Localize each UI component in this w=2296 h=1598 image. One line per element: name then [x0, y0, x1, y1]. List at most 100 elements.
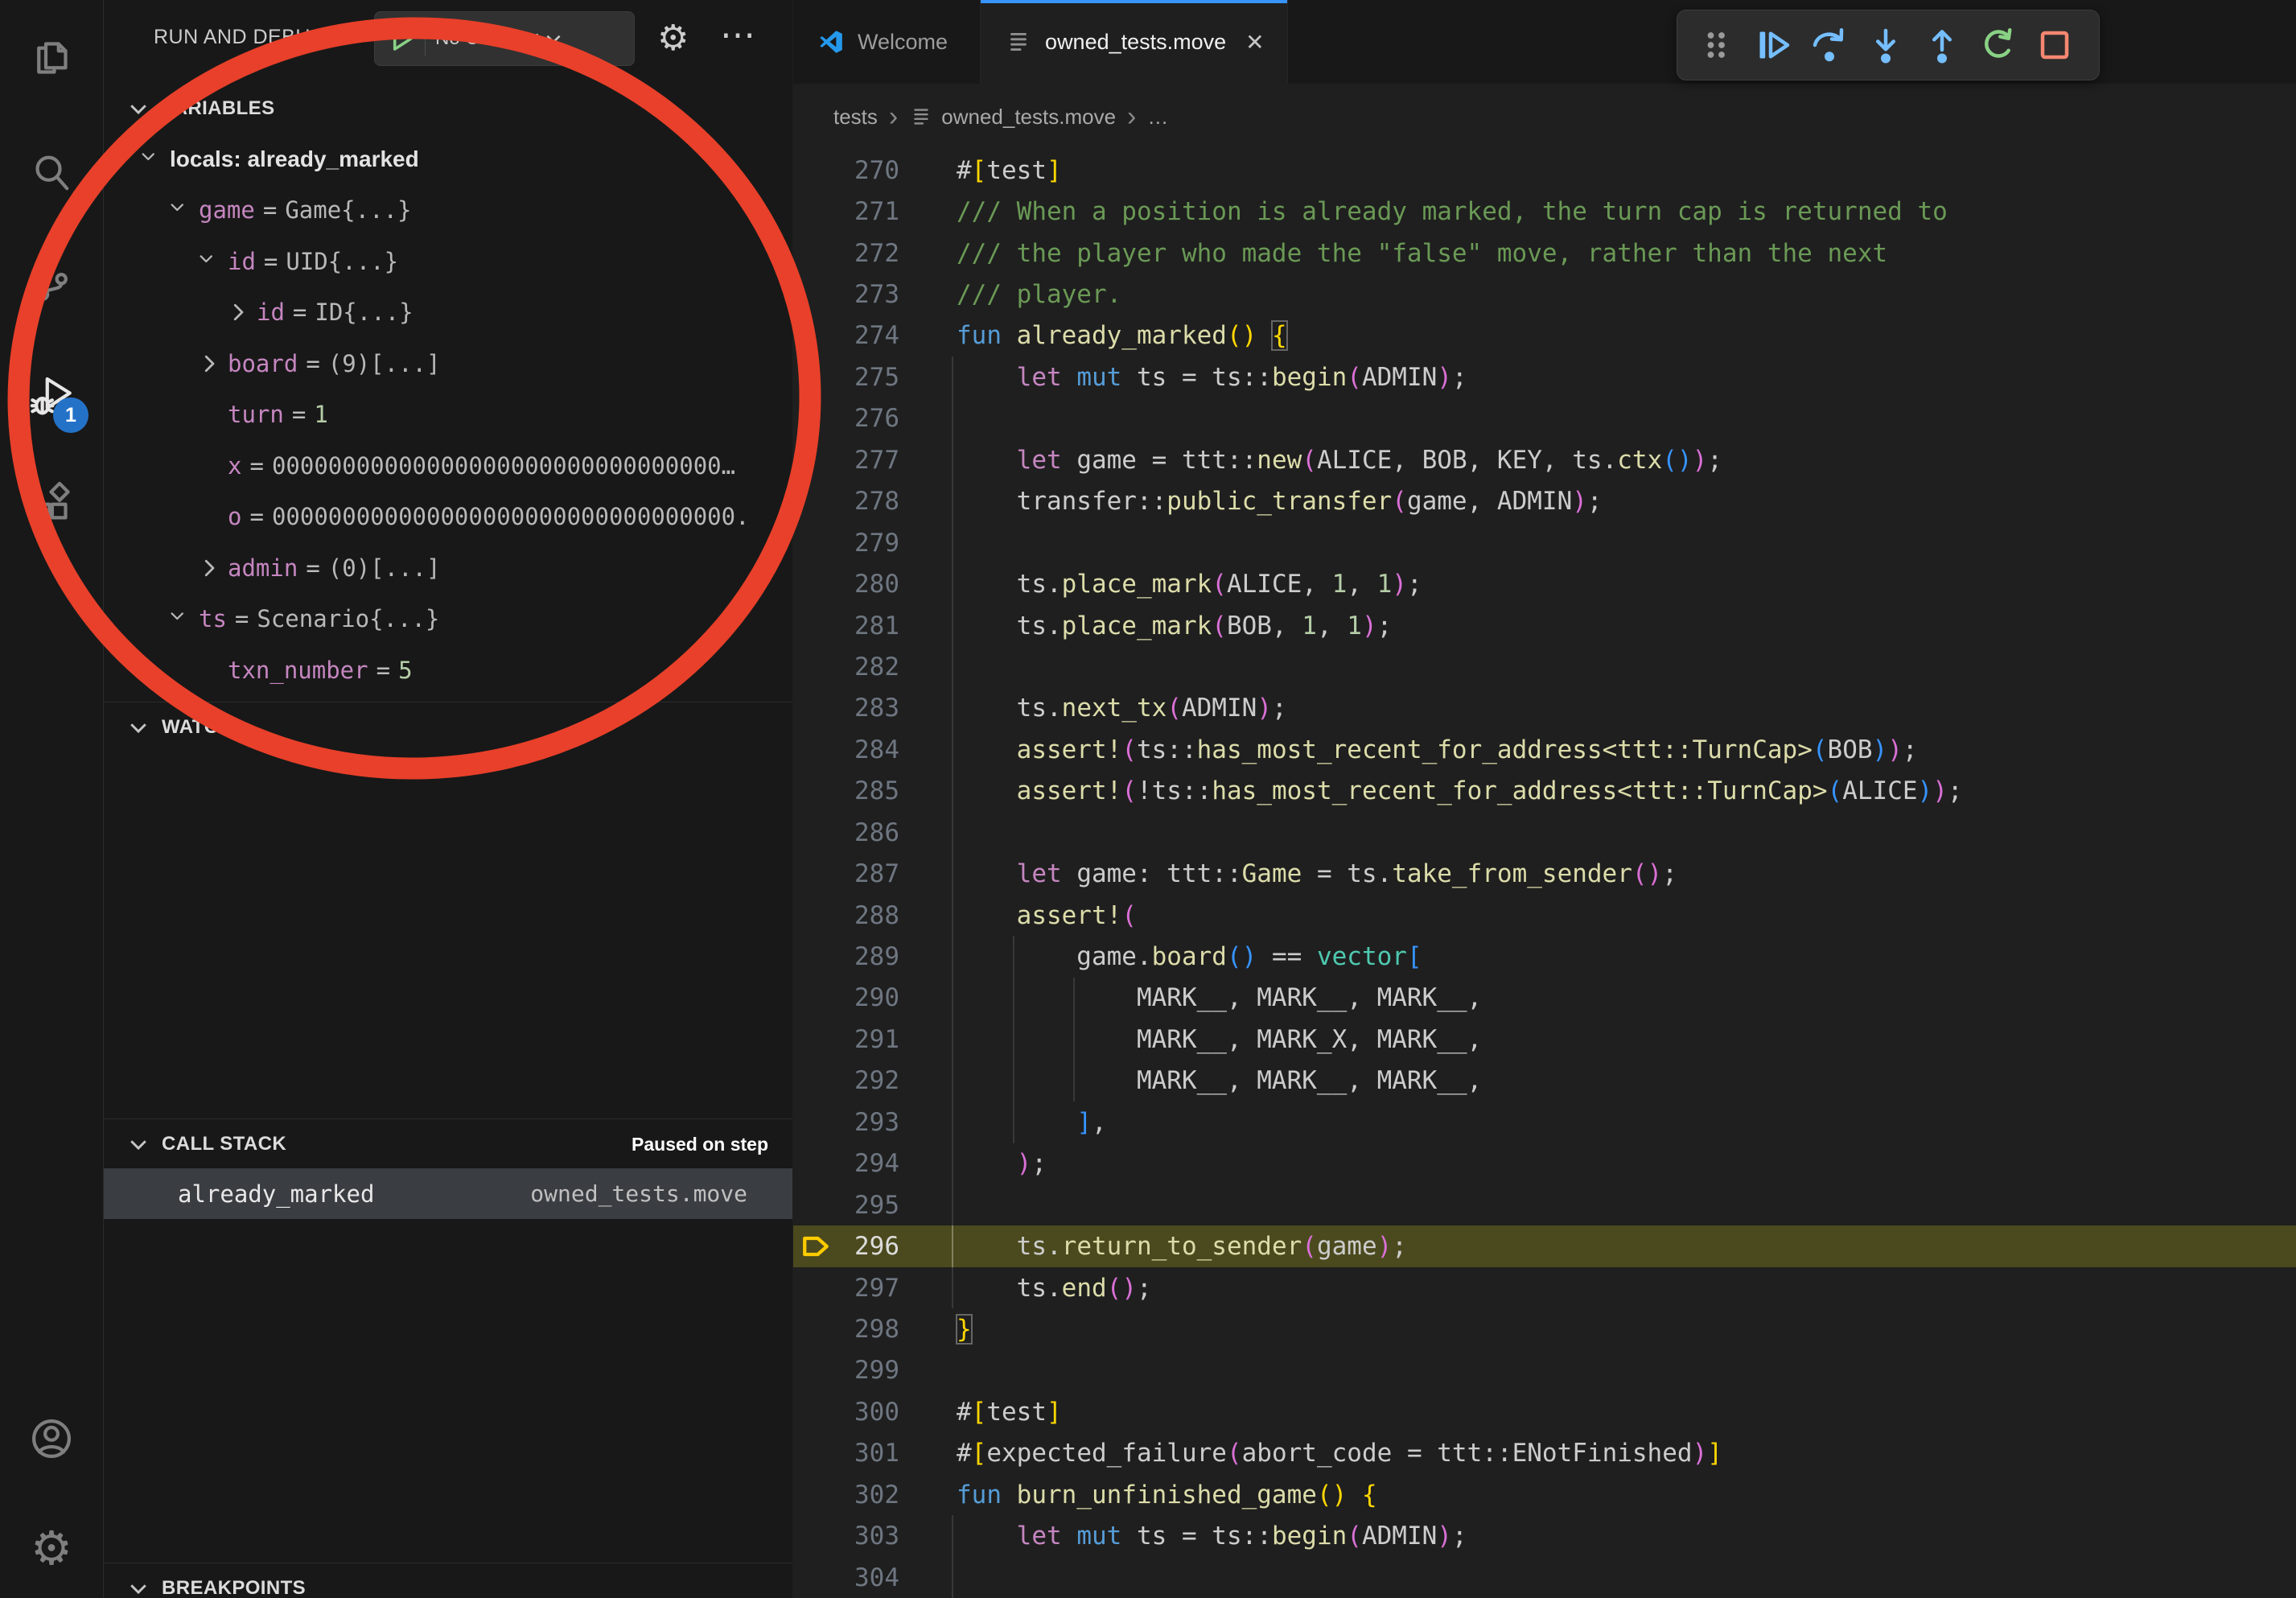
variable-row-id[interactable]: id=UID{...}	[104, 236, 792, 287]
line-number[interactable]: 300	[793, 1398, 899, 1427]
line-number[interactable]: 289	[793, 942, 899, 971]
code-line-303[interactable]: 303 let mut ts = ts::begin(ADMIN);	[793, 1515, 2296, 1556]
line-number[interactable]: 293	[793, 1108, 899, 1137]
code-line-286[interactable]: 286	[793, 812, 2296, 853]
line-number[interactable]: 301	[793, 1439, 899, 1468]
chevron-right-icon[interactable]	[197, 352, 221, 376]
code-line-281[interactable]: 281 ts.place_mark(BOB, 1, 1);	[793, 605, 2296, 646]
close-icon[interactable]: ✕	[1245, 29, 1264, 56]
code-line-272[interactable]: 272/// the player who made the "false" m…	[793, 233, 2296, 274]
code-line-270[interactable]: 270#[test]	[793, 150, 2296, 191]
code-line-294[interactable]: 294 );	[793, 1143, 2296, 1184]
code-line-295[interactable]: 295	[793, 1184, 2296, 1225]
chevron-right-icon[interactable]	[197, 556, 221, 580]
activity-item-settings[interactable]: ⚙	[0, 1501, 103, 1597]
code-line-293[interactable]: 293 ],	[793, 1102, 2296, 1143]
code-line-297[interactable]: 297 ts.end();	[793, 1267, 2296, 1308]
line-number[interactable]: 270	[793, 156, 899, 185]
line-number[interactable]: 273	[793, 280, 899, 309]
variable-row-game[interactable]: game=Game{...}	[104, 185, 792, 237]
breadcrumb-item[interactable]: tests	[833, 105, 878, 130]
code-line-290[interactable]: 290 MARK__, MARK__, MARK__,	[793, 978, 2296, 1019]
code-line-273[interactable]: 273/// player.	[793, 274, 2296, 315]
line-number[interactable]: 271	[793, 197, 899, 226]
chevron-right-icon[interactable]	[226, 300, 250, 324]
code-line-285[interactable]: 285 assert!(!ts::has_most_recent_for_add…	[793, 771, 2296, 812]
code-line-289[interactable]: 289 game.board() == vector[	[793, 936, 2296, 977]
line-number[interactable]: 284	[793, 735, 899, 764]
code-line-302[interactable]: 302fun burn_unfinished_game() {	[793, 1474, 2296, 1515]
code-line-298[interactable]: 298}	[793, 1308, 2296, 1349]
line-number[interactable]: 274	[793, 321, 899, 350]
drag-grip-handle[interactable]	[1689, 17, 1745, 73]
code-line-283[interactable]: 283 ts.next_tx(ADMIN);	[793, 688, 2296, 729]
breadcrumb-item[interactable]: …	[1147, 105, 1168, 130]
line-number[interactable]: 276	[793, 404, 899, 433]
continue-button[interactable]	[1745, 17, 1801, 73]
step-into-button[interactable]	[1858, 17, 1914, 73]
activity-item-search[interactable]	[0, 125, 103, 221]
line-number[interactable]: 283	[793, 694, 899, 723]
variable-row-txn_number[interactable]: txn_number=5	[104, 645, 792, 696]
line-number[interactable]: 277	[793, 446, 899, 475]
line-number[interactable]: 287	[793, 859, 899, 888]
code-line-282[interactable]: 282	[793, 646, 2296, 687]
breakpoints-section-header[interactable]: BREAKPOINTS	[104, 1563, 792, 1598]
line-number[interactable]: 279	[793, 529, 899, 558]
tab-welcome[interactable]: Welcome	[793, 0, 981, 84]
activity-item-source-control[interactable]	[0, 235, 103, 332]
chevron-down-icon[interactable]	[543, 28, 564, 49]
line-number[interactable]: 297	[793, 1274, 899, 1303]
start-debug-icon[interactable]	[386, 23, 417, 54]
code-line-279[interactable]: 279	[793, 522, 2296, 563]
line-number[interactable]: 298	[793, 1315, 899, 1344]
code-line-301[interactable]: 301#[expected_failure(abort_code = ttt::…	[793, 1433, 2296, 1474]
config-label[interactable]: No Configur	[435, 27, 538, 50]
stack-frame-name[interactable]: already_marked	[178, 1180, 374, 1208]
activity-item-account[interactable]	[0, 1390, 103, 1487]
breadcrumb[interactable]: tests›owned_tests.move›…	[793, 84, 2296, 150]
variable-row-x[interactable]: x=00000000000000000000000000000000…	[104, 440, 792, 492]
code-line-299[interactable]: 299	[793, 1350, 2296, 1391]
step-over-button[interactable]	[1801, 17, 1858, 73]
line-number[interactable]: 304	[793, 1563, 899, 1592]
line-number[interactable]: 282	[793, 653, 899, 682]
line-number[interactable]: 303	[793, 1522, 899, 1551]
activity-item-explorer[interactable]	[0, 10, 103, 106]
variable-row-scope[interactable]: locals: already_marked	[104, 134, 792, 185]
code-line-278[interactable]: 278 transfer::public_transfer(game, ADMI…	[793, 481, 2296, 522]
variables-section-header[interactable]: VARIABLES	[104, 84, 792, 134]
line-number[interactable]: 272	[793, 239, 899, 268]
code-line-300[interactable]: 300#[test]	[793, 1391, 2296, 1432]
code-line-287[interactable]: 287 let game: ttt::Game = ts.take_from_s…	[793, 853, 2296, 894]
line-number[interactable]: 292	[793, 1066, 899, 1095]
chevron-down-icon[interactable]	[168, 607, 192, 631]
call-stack-section-header[interactable]: CALL STACK Paused on step	[104, 1118, 792, 1169]
code-line-276[interactable]: 276	[793, 398, 2296, 439]
line-number[interactable]: 296	[793, 1232, 899, 1261]
code-line-304[interactable]: 304	[793, 1557, 2296, 1598]
code-line-292[interactable]: 292 MARK__, MARK__, MARK__,	[793, 1061, 2296, 1102]
chevron-down-icon[interactable]	[139, 147, 163, 171]
line-number[interactable]: 280	[793, 570, 899, 599]
line-number[interactable]: 290	[793, 983, 899, 1012]
debug-gear-icon[interactable]: ⚙	[657, 21, 689, 56]
variable-row-o[interactable]: o=000000000000000000000000000000000.	[104, 492, 792, 543]
code-line-284[interactable]: 284 assert!(ts::has_most_recent_for_addr…	[793, 729, 2296, 770]
code-line-274[interactable]: 274fun already_marked() {	[793, 315, 2296, 356]
code-line-271[interactable]: 271/// When a position is already marked…	[793, 191, 2296, 232]
line-number[interactable]: 294	[793, 1149, 899, 1178]
restart-button[interactable]	[1970, 17, 2026, 73]
activity-item-run-and-debug[interactable]: 1	[0, 348, 103, 444]
code-line-280[interactable]: 280 ts.place_mark(ALICE, 1, 1);	[793, 563, 2296, 604]
line-number[interactable]: 288	[793, 901, 899, 930]
line-number[interactable]: 275	[793, 363, 899, 392]
line-number[interactable]: 281	[793, 612, 899, 640]
line-number[interactable]: 285	[793, 776, 899, 805]
code-line-277[interactable]: 277 let game = ttt::new(ALICE, BOB, KEY,…	[793, 439, 2296, 480]
line-number[interactable]: 299	[793, 1356, 899, 1385]
breadcrumb-item[interactable]: owned_tests.move	[941, 105, 1116, 130]
call-stack-frame-row[interactable]: already_marked owned_tests.move	[104, 1168, 792, 1219]
chevron-down-icon[interactable]	[168, 198, 192, 222]
line-number[interactable]: 291	[793, 1025, 899, 1054]
